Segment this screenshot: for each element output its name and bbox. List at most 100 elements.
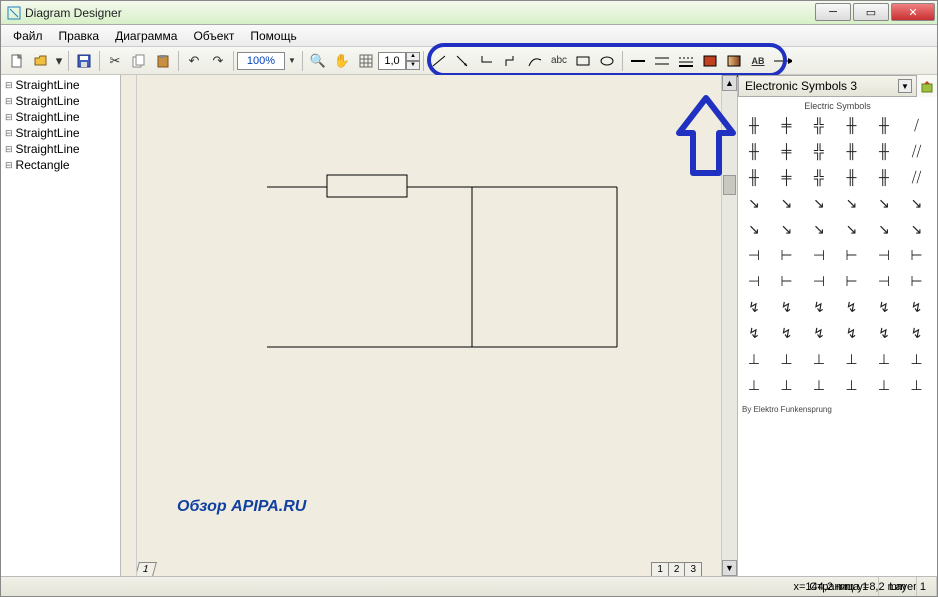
palette-symbol[interactable]: ↯ xyxy=(840,323,864,343)
tree-item[interactable]: StraightLine xyxy=(1,77,120,93)
palette-symbol[interactable]: ↯ xyxy=(742,323,766,343)
ellipse-tool[interactable] xyxy=(596,50,618,72)
undo-button[interactable]: ↶ xyxy=(183,50,205,72)
palette-symbol[interactable]: ╪ xyxy=(775,141,799,161)
palette-symbol[interactable]: ↘ xyxy=(840,219,864,239)
open-button[interactable] xyxy=(30,50,52,72)
menu-diagram[interactable]: Диаграмма xyxy=(107,27,185,45)
palette-symbol[interactable]: ⊢ xyxy=(840,245,864,265)
palette-symbol[interactable]: ⊣ xyxy=(742,245,766,265)
palette-symbol[interactable]: ↘ xyxy=(775,219,799,239)
canvas[interactable]: Обзор APIPA.RU 1 1 2 3 xyxy=(137,75,721,576)
page-tab[interactable]: 1 xyxy=(651,562,669,576)
redo-button[interactable]: ↷ xyxy=(207,50,229,72)
scroll-thumb[interactable] xyxy=(723,175,736,195)
rect-tool[interactable] xyxy=(572,50,594,72)
palette-symbol[interactable]: ⊣ xyxy=(872,271,896,291)
zoom-combo[interactable]: 100% xyxy=(237,52,285,70)
palette-symbol[interactable]: ╫ xyxy=(872,141,896,161)
linewidth2-button[interactable] xyxy=(651,50,673,72)
palette-symbol[interactable]: ⊢ xyxy=(775,271,799,291)
save-button[interactable] xyxy=(73,50,95,72)
menu-file[interactable]: Файл xyxy=(5,27,51,45)
palette-symbol[interactable]: ⧸⧸ xyxy=(905,167,929,187)
palette-symbol[interactable]: ↯ xyxy=(872,297,896,317)
connector2-tool[interactable] xyxy=(500,50,522,72)
palette-symbol[interactable]: ↘ xyxy=(840,193,864,213)
palette-symbol[interactable]: ⊢ xyxy=(840,271,864,291)
chevron-down-icon[interactable]: ▼ xyxy=(898,79,912,93)
palette-symbol[interactable]: ↘ xyxy=(742,193,766,213)
line-tool[interactable] xyxy=(428,50,450,72)
palette-symbol[interactable]: ╫ xyxy=(872,167,896,187)
palette-symbol[interactable]: ⊥ xyxy=(840,349,864,369)
new-button[interactable] xyxy=(6,50,28,72)
textcolor-button[interactable]: AB xyxy=(747,50,769,72)
palette-symbol[interactable]: ⊥ xyxy=(742,375,766,395)
scroll-up-icon[interactable]: ▲ xyxy=(722,75,737,91)
palette-symbol[interactable]: ↘ xyxy=(775,193,799,213)
palette-symbol[interactable]: ⊥ xyxy=(775,375,799,395)
linewidth1-button[interactable] xyxy=(627,50,649,72)
page-tabs-right[interactable]: 1 2 3 xyxy=(651,558,701,576)
palette-symbol[interactable]: ↘ xyxy=(807,219,831,239)
palette-symbol[interactable]: ⊥ xyxy=(905,375,929,395)
minimize-button[interactable]: ─ xyxy=(815,3,851,21)
grid-button[interactable] xyxy=(355,50,377,72)
palette-symbol[interactable]: ↘ xyxy=(872,193,896,213)
palette-symbol[interactable]: ⊥ xyxy=(742,349,766,369)
palette-symbol[interactable]: ╫ xyxy=(840,115,864,135)
palette-symbol[interactable]: ⧸ xyxy=(905,115,929,135)
palette-symbol[interactable]: ↯ xyxy=(775,323,799,343)
palette-symbol[interactable]: ╪ xyxy=(775,167,799,187)
scroll-down-icon[interactable]: ▼ xyxy=(722,560,737,576)
paste-button[interactable] xyxy=(152,50,174,72)
palette-symbol[interactable]: ⧸⧸ xyxy=(905,141,929,161)
zoom-dropdown[interactable]: ▼ xyxy=(286,50,298,72)
page-tab[interactable]: 1 xyxy=(137,562,156,576)
palette-symbol[interactable]: ⊣ xyxy=(807,245,831,265)
palette-symbol[interactable]: ⊥ xyxy=(807,349,831,369)
palette-symbol[interactable]: ╫ xyxy=(840,141,864,161)
page-tab[interactable]: 2 xyxy=(668,562,686,576)
palette-symbol[interactable]: ╬ xyxy=(807,115,831,135)
palette-symbol[interactable]: ⊥ xyxy=(775,349,799,369)
palette-symbol[interactable]: ╫ xyxy=(742,141,766,161)
palette-symbol[interactable]: ⊢ xyxy=(775,245,799,265)
palette-symbol[interactable]: ╬ xyxy=(807,167,831,187)
open-dropdown[interactable]: ▾ xyxy=(54,50,64,72)
tree-item[interactable]: StraightLine xyxy=(1,141,120,157)
fillcolor-button[interactable] xyxy=(699,50,721,72)
palette-symbol[interactable]: ⊢ xyxy=(905,271,929,291)
grid-size-input[interactable]: 1,0 xyxy=(378,52,406,70)
palette-symbol[interactable]: ╬ xyxy=(807,141,831,161)
hand-tool[interactable]: ✋ xyxy=(331,50,353,72)
palette-selector[interactable]: Electronic Symbols 3 ▼ xyxy=(738,75,917,97)
palette-symbol[interactable]: ↯ xyxy=(872,323,896,343)
palette-symbol[interactable]: ⊣ xyxy=(742,271,766,291)
page-tabs-left[interactable]: 1 xyxy=(137,558,154,576)
cut-button[interactable]: ✂ xyxy=(104,50,126,72)
palette-symbol[interactable]: ⊢ xyxy=(905,245,929,265)
palette-symbol[interactable]: ↯ xyxy=(840,297,864,317)
palette-symbol[interactable]: ╫ xyxy=(840,167,864,187)
palette-body[interactable]: Electric Symbols ╫╪╬╫╫⧸╫╪╬╫╫⧸⧸╫╪╬╫╫⧸⧸↘↘↘… xyxy=(738,97,937,576)
palette-symbol[interactable]: ⊥ xyxy=(872,375,896,395)
zoom-tool[interactable]: 🔍 xyxy=(307,50,329,72)
palette-symbol[interactable]: ↘ xyxy=(905,219,929,239)
palette-symbol[interactable]: ↘ xyxy=(905,193,929,213)
vertical-scrollbar[interactable]: ▲ ▼ xyxy=(721,75,737,576)
grid-stepper[interactable]: ▲▼ xyxy=(406,52,420,70)
menu-object[interactable]: Объект xyxy=(185,27,242,45)
close-button[interactable]: ✕ xyxy=(891,3,935,21)
connector1-tool[interactable] xyxy=(476,50,498,72)
palette-symbol[interactable]: ⊥ xyxy=(840,375,864,395)
maximize-button[interactable]: ▭ xyxy=(853,3,889,21)
arrow-tool[interactable] xyxy=(452,50,474,72)
object-tree[interactable]: StraightLine StraightLine StraightLine S… xyxy=(1,75,121,576)
menu-help[interactable]: Помощь xyxy=(242,27,304,45)
palette-config-button[interactable] xyxy=(918,75,936,97)
palette-symbol[interactable]: ↯ xyxy=(742,297,766,317)
palette-symbol[interactable]: ⊥ xyxy=(905,349,929,369)
page-tab[interactable]: 3 xyxy=(684,562,702,576)
